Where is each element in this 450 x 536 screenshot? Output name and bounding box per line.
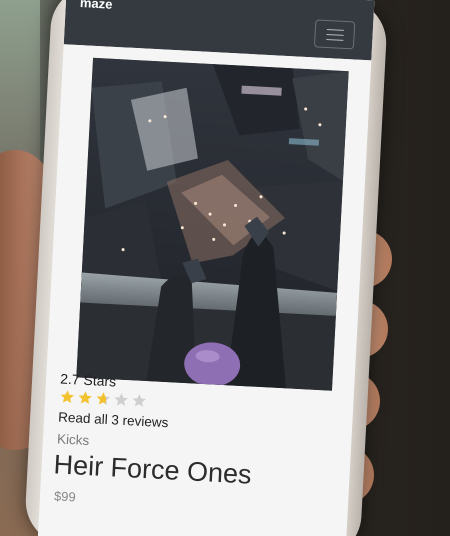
star-icon [78, 391, 93, 404]
star-rating [59, 389, 148, 410]
hamburger-menu-icon [326, 28, 344, 31]
city-rooftop-photo [76, 57, 349, 391]
read-reviews-link[interactable]: Read all 3 reviews [58, 409, 169, 430]
product-price: $99 [53, 488, 77, 505]
phone: maze 2.7 Stars Read all 3 reviews Kicks … [23, 0, 389, 536]
product-title: Heir Force Ones [52, 449, 253, 490]
star-icon [132, 394, 146, 407]
rating-text: 2.7 Stars [59, 370, 117, 390]
star-icon [60, 390, 75, 404]
star-icon [114, 393, 128, 406]
product-image[interactable] [76, 57, 349, 391]
photo-scene: maze 2.7 Stars Read all 3 reviews Kicks … [0, 0, 450, 536]
phone-body: maze 2.7 Stars Read all 3 reviews Kicks … [23, 0, 389, 536]
menu-toggle-button[interactable] [313, 19, 356, 50]
product-card: 2.7 Stars Read all 3 reviews Kicks Heir … [37, 44, 372, 536]
brand-logo[interactable]: maze [80, 0, 113, 12]
product-category: Kicks [56, 431, 90, 449]
star-icon [96, 392, 110, 405]
phone-screen: maze 2.7 Stars Read all 3 reviews Kicks … [37, 0, 375, 536]
